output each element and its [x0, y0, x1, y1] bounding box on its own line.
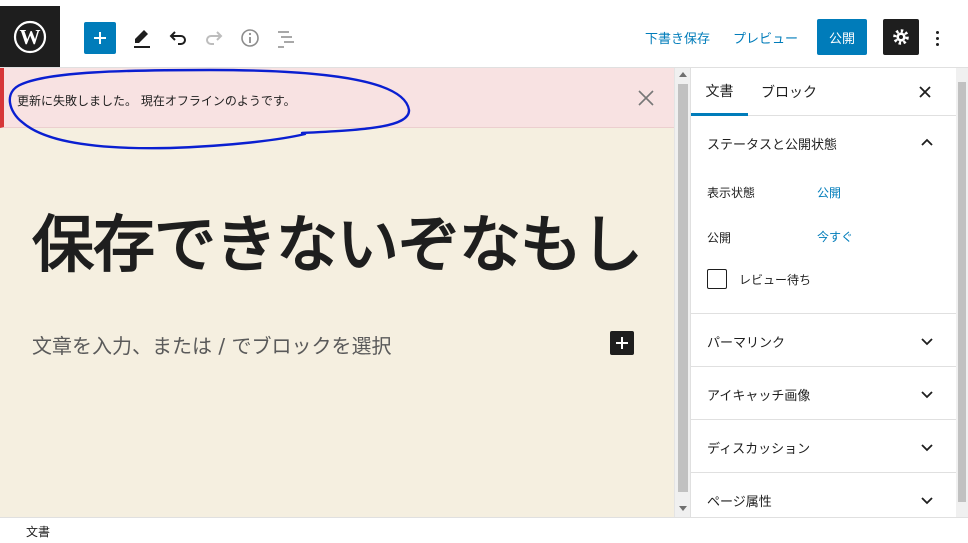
close-sidebar-button[interactable]: [915, 82, 935, 102]
dot-icon: [935, 36, 939, 40]
tools-button[interactable]: [126, 22, 158, 54]
info-icon: [241, 29, 259, 47]
plus-icon: [94, 32, 106, 44]
close-icon: [919, 86, 931, 98]
notice-text: 更新に失敗しました。 現在オフラインのようです。: [17, 94, 296, 108]
settings-button[interactable]: [883, 19, 919, 55]
redo-icon: [206, 31, 223, 45]
visibility-toggle[interactable]: 公開: [817, 184, 841, 201]
inline-add-block-button[interactable]: [610, 331, 634, 355]
preview-button[interactable]: プレビュー: [733, 28, 798, 47]
editor-canvas[interactable]: 更新に失敗しました。 現在オフラインのようです。 保存できないぞなもし 文章を入…: [0, 68, 674, 517]
redo-button[interactable]: [198, 22, 230, 54]
scroll-up-arrow-icon[interactable]: [679, 72, 687, 77]
gear-icon: [893, 29, 909, 45]
undo-button[interactable]: [162, 22, 194, 54]
details-button[interactable]: [234, 22, 266, 54]
undo-icon: [169, 31, 186, 45]
chevron-down-icon: [921, 338, 933, 346]
canvas-scrollbar[interactable]: [674, 68, 690, 517]
tab-document[interactable]: 文書: [691, 68, 748, 116]
editor-toolbar: W 下書き保存 プレビュー 公開: [0, 0, 968, 68]
pending-review-label[interactable]: レビュー待ち: [739, 271, 811, 288]
wordpress-logo-button[interactable]: W: [0, 6, 60, 67]
panel-title: ページ属性: [707, 495, 772, 510]
chevron-down-icon: [921, 497, 933, 505]
panel-title: ディスカッション: [707, 442, 811, 457]
wordpress-icon: W: [13, 20, 47, 53]
chevron-up-icon[interactable]: [919, 134, 935, 150]
scroll-thumb[interactable]: [958, 82, 966, 502]
dot-icon: [935, 42, 939, 46]
sidebar-tabs: 文書 ブロック: [691, 68, 957, 116]
scroll-thumb[interactable]: [678, 84, 688, 492]
svg-text:W: W: [20, 25, 41, 49]
status-panel-title[interactable]: ステータスと公開状態: [707, 134, 837, 153]
publish-date-toggle[interactable]: 今すぐ: [817, 228, 853, 245]
save-draft-button[interactable]: 下書き保存: [645, 28, 710, 47]
permalink-panel[interactable]: パーマリンク: [691, 314, 957, 367]
breadcrumb-document[interactable]: 文書: [26, 523, 50, 540]
close-icon: [638, 90, 654, 106]
visibility-label: 表示状態: [707, 186, 756, 200]
pencil-icon: [134, 30, 150, 48]
featured-image-panel[interactable]: アイキャッチ画像: [691, 367, 957, 420]
list-outline-icon: [278, 31, 294, 48]
sidebar-scrollbar[interactable]: [956, 68, 968, 517]
error-notice: 更新に失敗しました。 現在オフラインのようです。: [0, 68, 674, 128]
pending-review-checkbox[interactable]: [707, 269, 727, 289]
chevron-down-icon: [921, 391, 933, 399]
post-title[interactable]: 保存できないぞなもし: [32, 194, 643, 284]
discussion-panel[interactable]: ディスカッション: [691, 420, 957, 473]
tab-block[interactable]: ブロック: [751, 68, 827, 116]
list-view-button[interactable]: [270, 22, 302, 54]
publish-date-label: 公開: [707, 231, 732, 245]
panel-title: パーマリンク: [707, 336, 786, 351]
notice-dismiss-button[interactable]: [634, 86, 658, 110]
scroll-down-arrow-icon[interactable]: [679, 506, 687, 511]
add-block-button[interactable]: [84, 22, 116, 54]
publish-button[interactable]: 公開: [817, 19, 867, 55]
more-options-button[interactable]: [927, 22, 947, 54]
settings-sidebar: 文書 ブロック ステータスと公開状態 表示状態 公開 公開 今すぐ レビュー待ち…: [690, 68, 957, 526]
block-placeholder[interactable]: 文章を入力、または / でブロックを選択: [32, 330, 391, 359]
block-breadcrumb-bar: 文書: [0, 517, 968, 543]
dot-icon: [935, 30, 939, 34]
plus-icon: [616, 337, 628, 349]
panel-title: アイキャッチ画像: [707, 389, 811, 404]
chevron-down-icon: [921, 444, 933, 452]
status-visibility-panel: ステータスと公開状態 表示状態 公開 公開 今すぐ レビュー待ち: [691, 116, 957, 314]
